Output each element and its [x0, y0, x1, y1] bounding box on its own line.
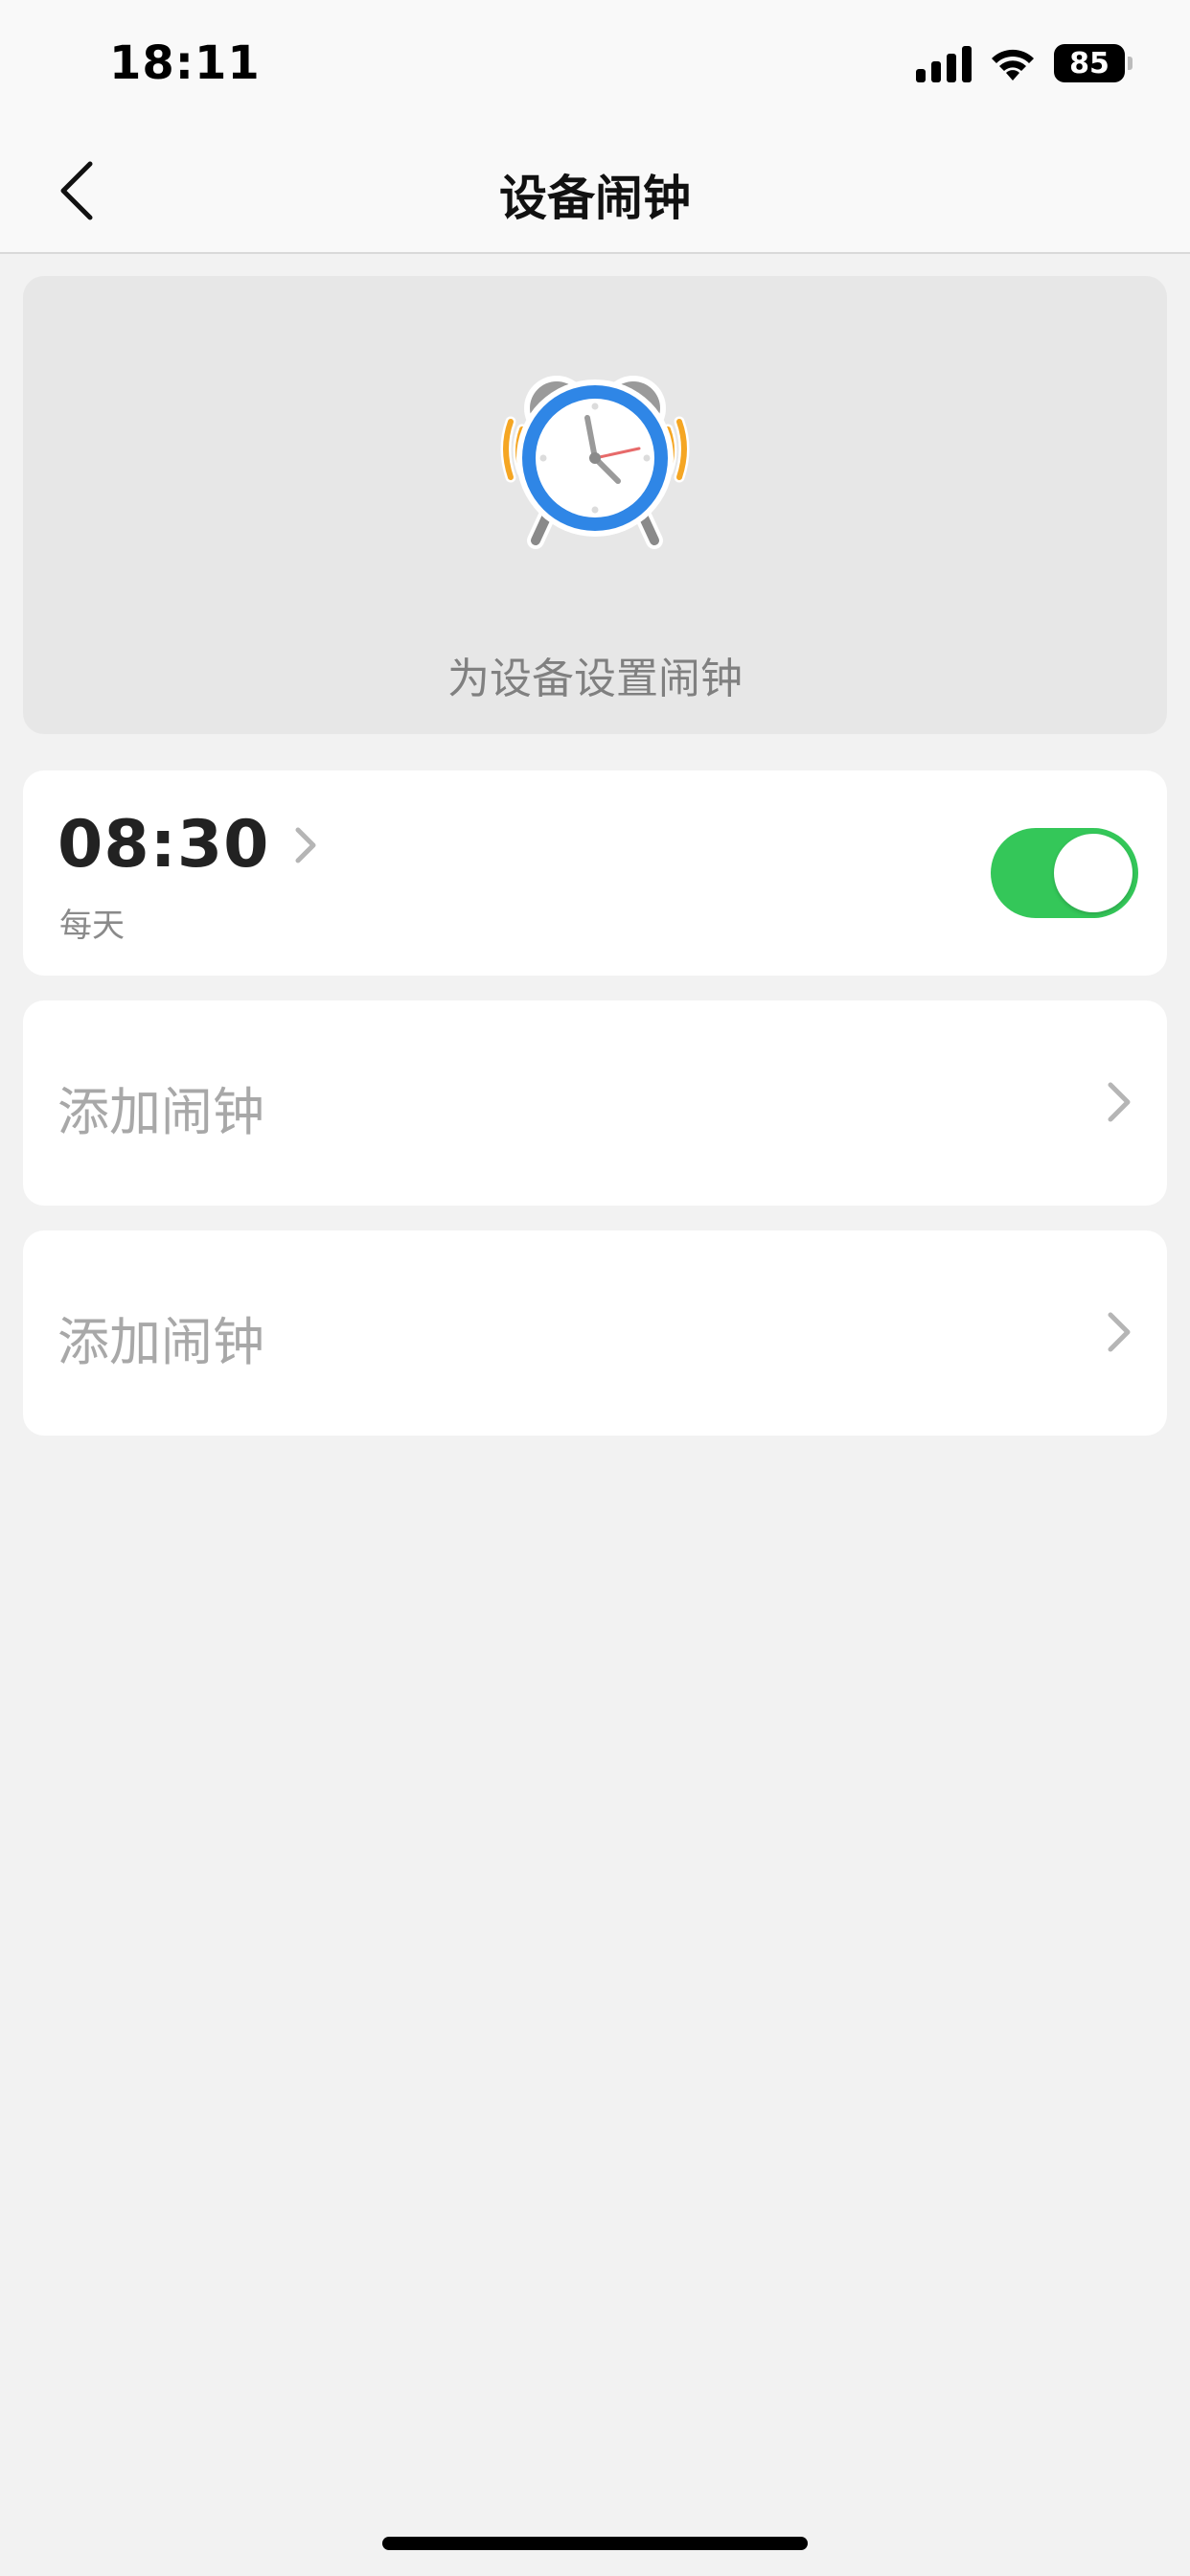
add-alarm-label: 添加闹钟 [57, 1312, 264, 1372]
page-title: 设备闹钟 [499, 171, 691, 226]
status-time: 18:11 [109, 36, 261, 90]
status-bar: 18:11 85 [0, 0, 1190, 129]
nav-bar: 设备闹钟 [0, 129, 1190, 254]
alarm-card[interactable]: 08:30 每天 [23, 770, 1167, 976]
hero-caption: 为设备设置闹钟 [447, 655, 743, 703]
toggle-knob [1054, 834, 1133, 912]
alarm-clock-icon [500, 376, 690, 549]
signal-icon [916, 44, 972, 82]
battery-cap [1128, 57, 1133, 70]
add-alarm-button[interactable]: 添加闹钟 [23, 1230, 1167, 1436]
status-icons: 85 [916, 42, 1133, 84]
home-indicator[interactable] [382, 2537, 808, 2550]
screen: 18:11 85 设备闹钟 为设备设置闹钟 08:30 每天 添加闹钟 添加闹钟 [0, 0, 1190, 2576]
battery-icon: 85 [1054, 44, 1133, 82]
wifi-icon [992, 49, 1034, 80]
battery-level: 85 [1069, 46, 1110, 80]
alarm-repeat: 每天 [59, 907, 125, 945]
chevron-right-icon [294, 826, 317, 864]
alarm-time: 08:30 [57, 807, 270, 883]
add-alarm-button[interactable]: 添加闹钟 [23, 1000, 1167, 1206]
alarm-toggle[interactable] [991, 828, 1138, 918]
chevron-right-icon [1100, 1303, 1138, 1361]
chevron-right-icon [1100, 1073, 1138, 1131]
add-alarm-label: 添加闹钟 [57, 1082, 264, 1142]
alarm-time-row[interactable]: 08:30 [57, 807, 317, 883]
